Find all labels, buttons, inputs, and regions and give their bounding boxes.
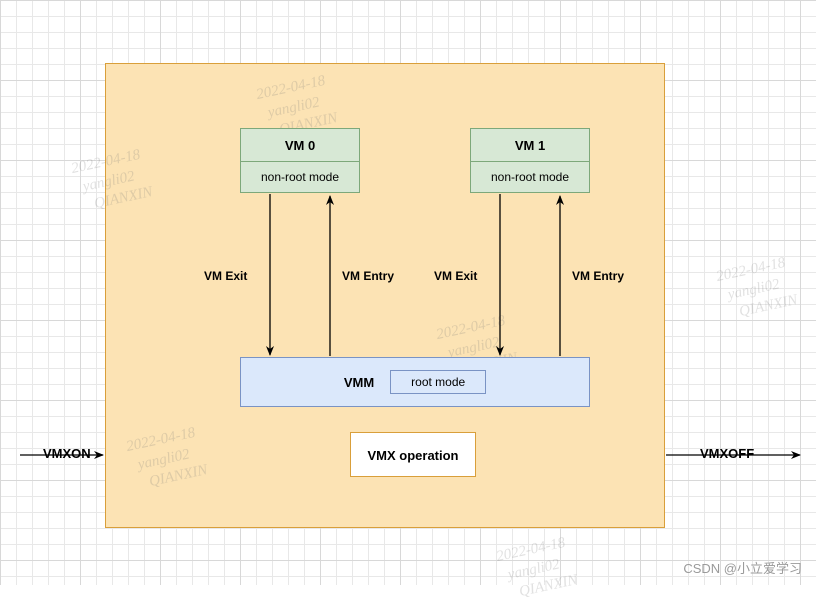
vm0-title: VM 0	[241, 129, 359, 162]
vmm-mode: root mode	[390, 370, 486, 394]
vm1-title: VM 1	[471, 129, 589, 162]
credit-text: CSDN @小立爱学习	[683, 558, 802, 577]
vm1-exit-label: VM Exit	[434, 269, 477, 283]
vm0-mode: non-root mode	[241, 162, 359, 193]
vmm-label: VMM	[344, 375, 374, 390]
vm0-exit-label: VM Exit	[204, 269, 247, 283]
vm0-entry-label: VM Entry	[342, 269, 394, 283]
vm1-mode: non-root mode	[471, 162, 589, 193]
diagram-canvas: 2022-04-18 yangli02 QIANXIN 2022-04-18 y…	[0, 0, 816, 585]
watermark: 2022-04-18 yangli02 QIANXIN	[715, 253, 800, 326]
vmxon-label: VMXON	[43, 446, 91, 461]
vm1-box: VM 1 non-root mode	[470, 128, 590, 193]
vmx-operation-box: VMX operation	[350, 432, 476, 477]
vmm-box: VMM root mode	[240, 357, 590, 407]
watermark: 2022-04-18 yangli02 QIANXIN	[495, 533, 580, 606]
vm0-box: VM 0 non-root mode	[240, 128, 360, 193]
vmxoff-label: VMXOFF	[700, 446, 754, 461]
vm1-entry-label: VM Entry	[572, 269, 624, 283]
